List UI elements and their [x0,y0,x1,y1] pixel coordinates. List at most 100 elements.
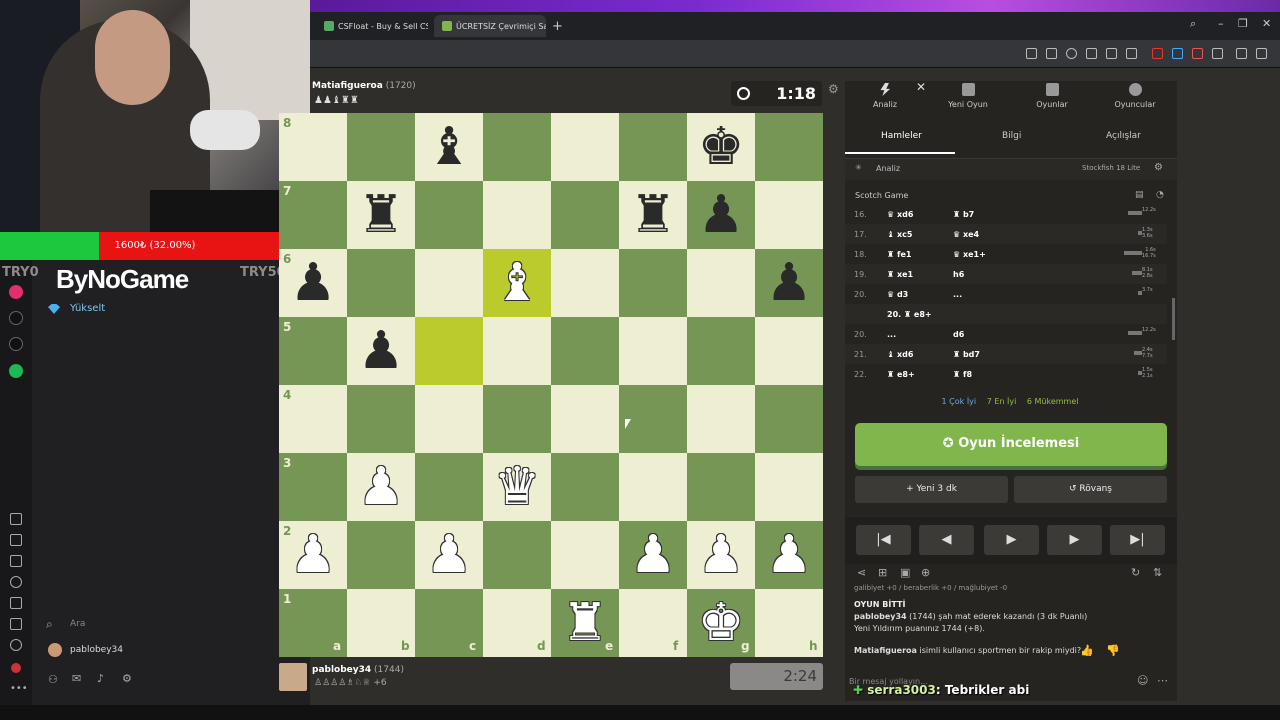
square-d8[interactable] [483,113,551,181]
square-h5[interactable] [755,317,823,385]
bell-icon[interactable]: ♪ [97,672,104,685]
rematch-button[interactable]: ↺ Rövanş [1014,476,1167,503]
sidebar-search[interactable]: Ara [70,619,85,629]
add-board-icon[interactable]: ⊞ [878,566,887,579]
move-row[interactable]: 18. ♜ fe1 ♛ xe1+ 1.6s 16.7s [845,244,1167,264]
square-e7[interactable] [551,181,619,249]
extension-icon[interactable] [1172,48,1183,59]
timer-icon[interactable]: ◔ [1156,190,1164,200]
settings-icon[interactable]: ⚙ [1154,162,1163,173]
sidebar-username[interactable]: pablobey34 [70,645,123,655]
white-move[interactable]: ♜ xe1 [887,270,913,279]
menu-icon[interactable] [1106,48,1117,59]
more-icon[interactable]: ••• [10,683,28,695]
friends-icon[interactable]: ⚇ [48,673,58,686]
maximize-icon[interactable]: ❐ [1238,17,1248,30]
square-g4[interactable] [687,385,755,453]
square-e8[interactable] [551,113,619,181]
square-f3[interactable] [619,453,687,521]
move-row[interactable]: 20.... d6 12.2s [845,324,1167,344]
download-icon[interactable] [10,597,22,609]
move-row[interactable]: 19. ♜ xe1 h6 8.1s 2.8s [845,264,1167,284]
square-d4[interactable] [483,385,551,453]
extension-icon[interactable] [1212,48,1223,59]
search-icon[interactable]: ⌕ [46,617,53,632]
more-icon[interactable]: ⋯ [1157,674,1168,687]
move-row[interactable]: 20. ♜ e8+ [845,304,1167,324]
bottom-player-name[interactable]: pablobey34 [312,665,371,675]
ublock-icon[interactable] [1152,48,1163,59]
square-g5[interactable] [687,317,755,385]
close-icon[interactable]: ✕ [916,80,926,94]
square-d2[interactable] [483,521,551,589]
game-review-button[interactable]: ✪ Oyun İncelemesi [855,423,1167,466]
shield-icon[interactable] [1066,48,1077,59]
white-move[interactable]: 20. ♜ e8+ [887,310,932,319]
square-d7[interactable] [483,181,551,249]
white-queen-d3[interactable]: ♛ [483,453,551,521]
image-icon[interactable]: ▣ [900,566,910,579]
nav-new-game[interactable]: Yeni Oyun [928,83,1008,109]
play-button[interactable]: ▶ [984,525,1039,555]
white-move[interactable]: ♜ e8+ [887,370,915,379]
square-e2[interactable] [551,521,619,589]
black-move[interactable]: d6 [953,330,964,339]
white-move[interactable]: ♝ xd6 [887,350,913,359]
square-e3[interactable] [551,453,619,521]
black-move[interactable]: ♜ f8 [953,370,972,379]
square-g6[interactable] [687,249,755,317]
square-h8[interactable] [755,113,823,181]
white-move[interactable]: ♜ fe1 [887,250,911,259]
square-c4[interactable] [415,385,483,453]
upgrade-link[interactable]: Yükselt [70,303,105,314]
tab-csfloat[interactable]: CSFloat - Buy & Sell CS2 S [316,15,428,37]
square-f8[interactable] [619,113,687,181]
white-bishop-d6[interactable]: ♝ [483,249,551,317]
move-row[interactable]: 17. ♝ xc5 ♛ xe4 1.3s 3.6s [845,224,1167,244]
share-icon[interactable]: ⋖ [857,566,866,579]
tab-chess[interactable]: ÜCRETSİZ Çevrimiçi Sa [434,15,546,37]
square-c7[interactable] [415,181,483,249]
grid-icon[interactable] [10,513,22,525]
nav-analysis[interactable]: Analiz [845,83,925,109]
white-move[interactable]: ♛ xd6 [887,210,913,219]
move-row[interactable]: 16. ♛ xd6 ♜ b7 12.2s [845,207,1167,224]
first-move-button[interactable]: |◀ [856,525,911,555]
square-e4[interactable] [551,385,619,453]
square-e5[interactable] [551,317,619,385]
x-icon[interactable] [9,337,23,351]
top-player-name[interactable]: Matiafigueroa [312,81,383,91]
black-pawn-h6[interactable]: ♟ [755,249,823,317]
square-b4[interactable] [347,385,415,453]
heart-icon[interactable] [10,534,22,546]
tab-moves[interactable]: Hamleler [881,131,922,141]
square-h3[interactable] [755,453,823,521]
square-h4[interactable] [755,385,823,453]
black-move[interactable]: ♜ bd7 [953,350,980,359]
square-g3[interactable] [687,453,755,521]
move-list[interactable]: 16. ♛ xd6 ♜ b7 12.2s 17. ♝ xc5 ♛ xe4 1.3s 3.6s 18… [845,207,1175,385]
black-rook-b7[interactable]: ♜ [347,181,415,249]
white-move[interactable]: ♝ xc5 [887,230,912,239]
square-f5[interactable] [619,317,687,385]
book-icon[interactable]: ▤ [1135,190,1144,200]
instagram-icon[interactable] [9,285,23,299]
minimize-icon[interactable]: – [1218,17,1224,30]
white-move[interactable]: ♛ d3 [887,290,908,299]
square-c5[interactable] [415,317,483,385]
flip-board-icon[interactable]: ⇅ [1153,566,1162,579]
extension-icon[interactable] [1192,48,1203,59]
thumbs-up-icon[interactable]: 👍 [1080,644,1094,657]
settings-icon[interactable]: ⚙ [122,672,132,685]
white-pawn-b3[interactable]: ♟ [347,453,415,521]
move-list-scrollbar[interactable] [1172,298,1175,340]
avatar[interactable] [48,643,62,657]
last-move-button[interactable]: ▶| [1110,525,1165,555]
white-pawn-c2[interactable]: ♟ [415,521,483,589]
black-move[interactable]: ♛ xe1+ [953,250,986,259]
share-icon[interactable] [1026,48,1037,59]
black-pawn-b5[interactable]: ♟ [347,317,415,385]
black-move[interactable]: ♛ xe4 [953,230,979,239]
analysis-toggle-icon[interactable]: ✳ [855,163,862,172]
cube-icon[interactable] [10,618,22,630]
